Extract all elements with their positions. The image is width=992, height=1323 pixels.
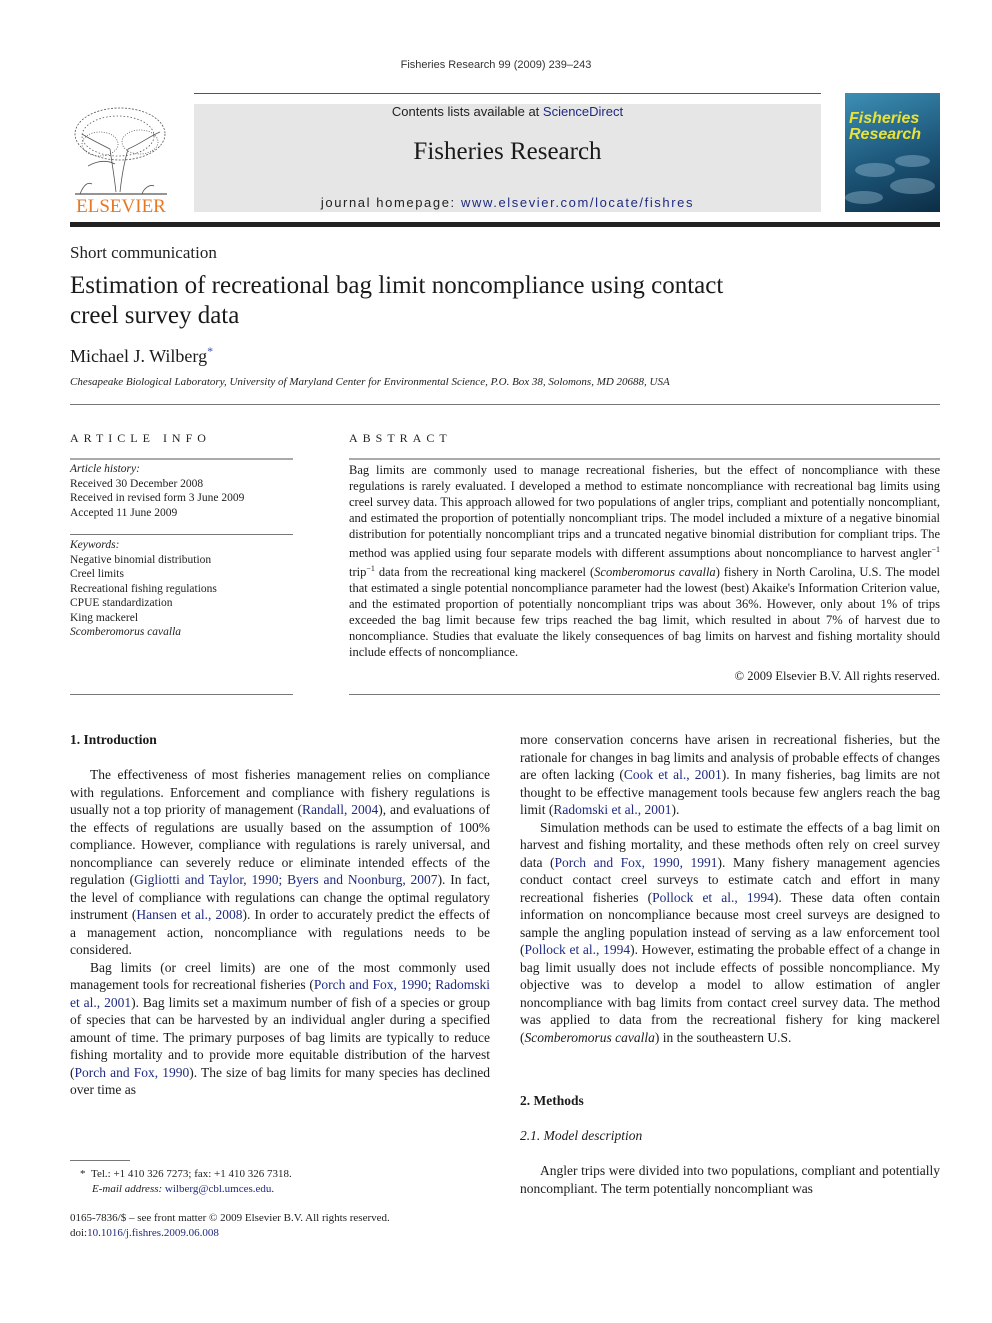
author-footnote-mark[interactable]: *	[207, 344, 213, 358]
citation-link[interactable]: Radomski et al., 2001	[553, 802, 671, 817]
citation-link[interactable]: Pollock et al., 1994	[525, 942, 631, 957]
fish-icon	[890, 178, 935, 194]
citation-link[interactable]: Gigliotti and Taylor, 1990; Byers and No…	[134, 872, 437, 887]
fish-icon	[845, 191, 883, 204]
journal-cover[interactable]: Fisheries Research	[845, 93, 940, 212]
header-thick-rule	[70, 222, 940, 227]
keyword: Scomberomorus cavalla	[70, 626, 182, 638]
divider	[70, 404, 940, 405]
paragraph: Bag limits (or creel limits) are one of …	[70, 959, 491, 1098]
citation-link[interactable]: Cook et al., 2001	[624, 767, 722, 782]
paragraph: The effectiveness of most fisheries mana…	[70, 767, 490, 957]
keyword: Creel limits	[70, 568, 124, 580]
divider	[70, 694, 293, 695]
article-title: Estimation of recreational bag limit non…	[70, 272, 724, 329]
citation-link[interactable]: Pollock et al., 1994	[652, 890, 774, 905]
section-heading-methods: 2. Methods	[520, 1093, 584, 1108]
history-label: Article history:	[70, 463, 140, 475]
homepage-link[interactable]: www.elsevier.com/locate/fishres	[461, 195, 694, 210]
author-name: Michael J. Wilberg*	[70, 344, 214, 366]
citation-link[interactable]: Hansen et al., 2008	[136, 907, 242, 922]
fish-icon	[895, 155, 930, 167]
front-matter-text: 0165-7836/$ – see front matter © 2009 El…	[70, 1212, 390, 1224]
article-info-heading: ARTICLE INFO	[70, 431, 211, 445]
history-revised: Received in revised form 3 June 2009	[70, 492, 245, 504]
cover-title: Fisheries Research	[849, 110, 922, 143]
journal-title: Fisheries Research	[413, 138, 602, 165]
keyword: King mackerel	[70, 611, 139, 624]
footnote-rule	[70, 1160, 130, 1161]
email-link[interactable]: wilberg@cbl.umces.edu	[165, 1183, 271, 1195]
divider	[70, 534, 293, 535]
divider	[349, 694, 940, 695]
left-column: The effectiveness of most fisheries mana…	[70, 766, 490, 1099]
header-rule	[194, 93, 821, 94]
doi-link[interactable]: 10.1016/j.fishres.2009.06.008	[87, 1227, 219, 1239]
divider	[349, 458, 940, 460]
citation-link[interactable]: Randall, 2004	[302, 802, 378, 817]
divider	[70, 458, 293, 460]
contents-line: Contents lists available at ScienceDirec…	[194, 104, 821, 119]
contents-label: Contents lists available at	[391, 104, 543, 119]
keywords: Keywords: Negative binomial distribution…	[70, 538, 293, 640]
paragraph: Simulation methods can be used to estima…	[520, 819, 941, 1045]
fish-icon	[855, 163, 895, 177]
sciencedirect-link[interactable]: ScienceDirect	[543, 104, 623, 119]
elsevier-logo[interactable]: ELSEVIER	[70, 104, 172, 217]
journal-homepage: journal homepage: www.elsevier.com/locat…	[194, 195, 821, 210]
methods-text: Angler trips were divided into two popul…	[520, 1162, 940, 1197]
subsection-heading: 2.1. Model description	[520, 1128, 643, 1143]
front-matter: 0165-7836/$ – see front matter © 2009 El…	[70, 1211, 500, 1240]
history-received: Received 30 December 2008	[70, 477, 204, 490]
article-history: Article history: Received 30 December 20…	[70, 462, 293, 520]
paragraph: more conservation concerns have arisen i…	[520, 732, 940, 817]
author-affiliation: Chesapeake Biological Laboratory, Univer…	[70, 376, 670, 388]
author-footnote: * Tel.: +1 410 326 7273; fax: +1 410 326…	[80, 1168, 292, 1195]
homepage-label: journal homepage:	[320, 195, 461, 210]
article-type: Short communication	[70, 243, 217, 262]
journal-banner: Contents lists available at ScienceDirec…	[194, 104, 821, 212]
keyword: Negative binomial distribution	[70, 553, 212, 566]
keyword: Recreational fishing regulations	[70, 582, 217, 595]
keywords-label: Keywords:	[70, 539, 120, 551]
citation-link[interactable]: Porch and Fox, 1990	[75, 1065, 190, 1080]
section-heading-introduction: 1. Introduction	[70, 732, 157, 747]
contact-numbers: Tel.: +1 410 326 7273; fax: +1 410 326 7…	[91, 1168, 292, 1180]
elsevier-wordmark: ELSEVIER	[76, 196, 166, 214]
running-head: Fisheries Research 99 (2009) 239–243	[400, 59, 592, 71]
abstract-heading: ABSTRACT	[349, 431, 452, 445]
citation-link[interactable]: Porch and Fox, 1990, 1991	[555, 855, 718, 870]
paragraph: Angler trips were divided into two popul…	[520, 1163, 940, 1196]
keyword: CPUE standardization	[70, 597, 173, 609]
history-accepted: Accepted 11 June 2009	[70, 506, 178, 519]
abstract-text: Bag limits are commonly used to manage r…	[349, 463, 941, 660]
elsevier-tree-icon: ELSEVIER	[74, 107, 167, 217]
right-column: more conservation concerns have arisen i…	[520, 731, 940, 1046]
cover-subtitle	[849, 145, 937, 150]
abstract-copyright: © 2009 Elsevier B.V. All rights reserved…	[734, 669, 940, 683]
